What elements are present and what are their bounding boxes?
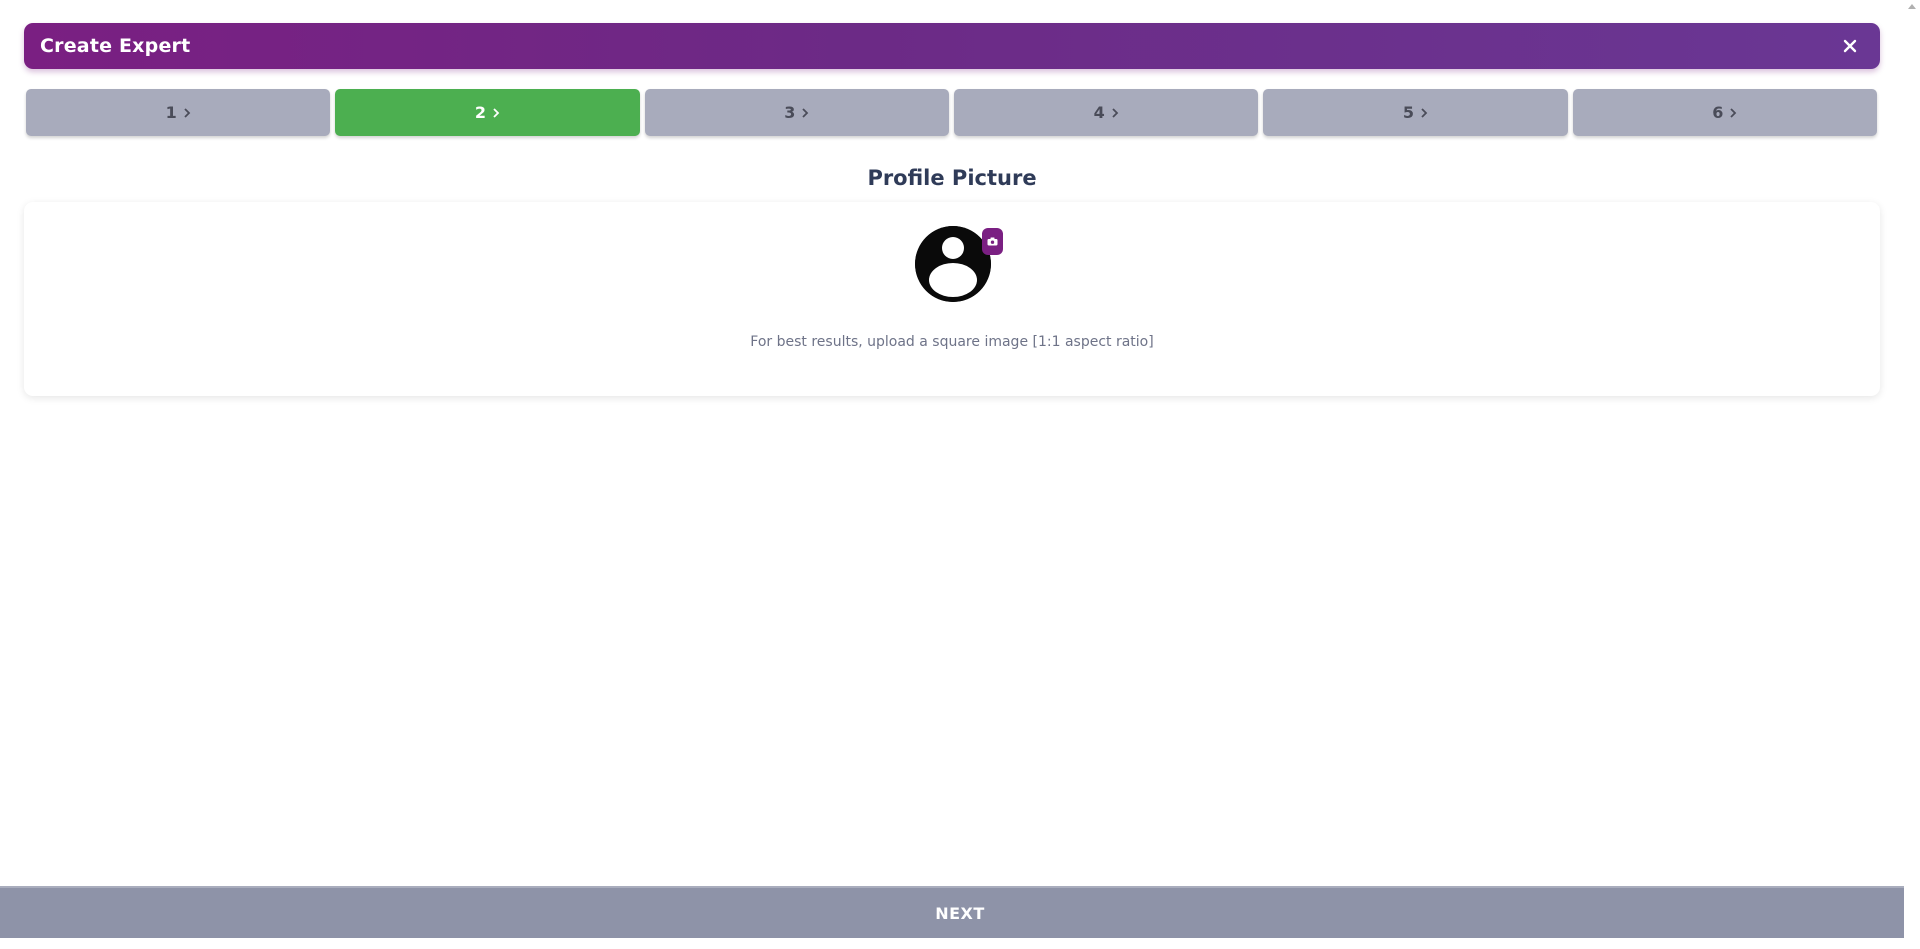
user-avatar-icon[interactable] (915, 226, 991, 302)
chevron-right-icon (1729, 107, 1737, 118)
step-label: 2 (474, 103, 487, 122)
step-3-button[interactable]: 3 (644, 89, 949, 136)
step-label: 1 (165, 103, 177, 122)
chevron-right-icon (1111, 107, 1119, 118)
upload-hint: For best results, upload a square image … (750, 334, 1154, 350)
step-5-button[interactable]: 5 (1263, 89, 1568, 136)
step-2-button[interactable]: 2 (335, 89, 640, 136)
create-expert-page: Create Expert 1 2 3 4 5 6 Profile Pictur… (0, 0, 1920, 949)
close-icon (1843, 39, 1857, 53)
step-6-button[interactable]: 6 (1572, 89, 1877, 136)
step-1-button[interactable]: 1 (26, 89, 331, 136)
step-4-button[interactable]: 4 (953, 89, 1259, 136)
avatar-upload[interactable] (915, 226, 1003, 304)
step-label: 5 (1402, 103, 1415, 122)
modal-title: Create Expert (40, 35, 191, 57)
step-label: 3 (784, 103, 796, 122)
close-button[interactable] (1838, 34, 1862, 58)
step-label: 4 (1093, 103, 1105, 122)
scrollbar[interactable] (1904, 0, 1920, 949)
step-navigation: 1 2 3 4 5 6 (26, 89, 1877, 136)
camera-upload-button[interactable] (982, 228, 1003, 255)
chevron-right-icon (492, 107, 500, 118)
chevron-right-icon (801, 107, 809, 118)
camera-icon (987, 237, 998, 246)
scroll-up-icon[interactable] (1908, 4, 1916, 9)
chevron-right-icon (1420, 107, 1428, 118)
chevron-right-icon (183, 107, 191, 118)
step-label: 6 (1712, 103, 1724, 122)
section-title: Profile Picture (867, 166, 1037, 190)
profile-picture-card: For best results, upload a square image … (24, 202, 1880, 396)
next-button[interactable]: NEXT (0, 886, 1920, 938)
modal-header: Create Expert (24, 23, 1880, 69)
